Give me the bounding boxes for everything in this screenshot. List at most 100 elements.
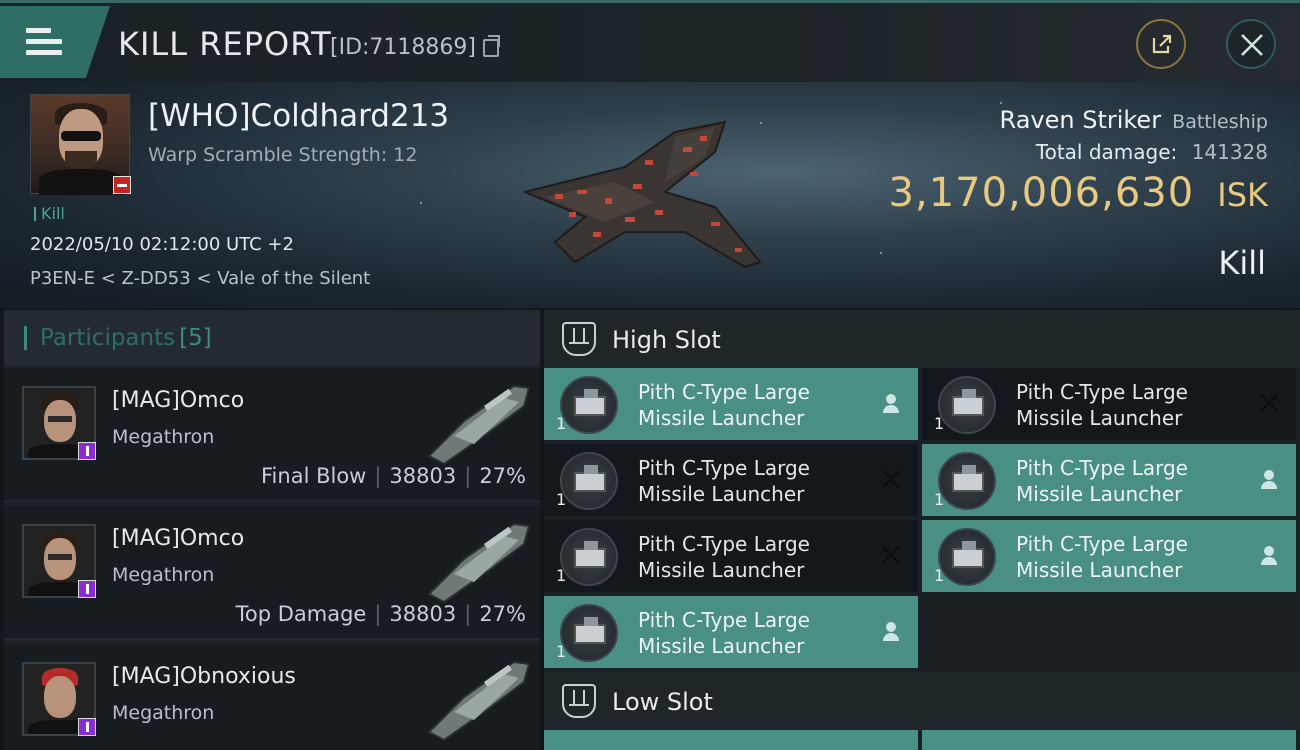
participant-ship-icon bbox=[427, 522, 531, 604]
module-name-line2: Missile Launcher bbox=[638, 558, 805, 582]
module-slot[interactable] bbox=[922, 730, 1296, 750]
module-name-line1: Pith C-Type Large bbox=[1016, 456, 1188, 480]
module-name: Pith C-Type Large Missile Launcher bbox=[638, 531, 868, 583]
participant-stats: Top Damage | 38803 | 27% bbox=[235, 602, 526, 626]
missile-launcher-icon bbox=[560, 376, 618, 434]
module-name: Pith C-Type Large Missile Launcher bbox=[1016, 455, 1246, 507]
participants-title: Participants bbox=[40, 325, 176, 351]
module-name: Pith C-Type Large Missile Launcher bbox=[638, 455, 868, 507]
module-name: Pith C-Type Large Missile Launcher bbox=[638, 607, 868, 659]
victim-ship-name[interactable]: Raven Striker bbox=[1000, 106, 1162, 134]
warp-scramble-strength: Warp Scramble Strength: 12 bbox=[148, 144, 418, 166]
participant-row[interactable]: [MAG]Obnoxious Megathron bbox=[4, 644, 540, 750]
participants-count: [5] bbox=[179, 325, 212, 351]
victim-ship-row: Raven Striker Battleship bbox=[1000, 106, 1268, 134]
participant-ship: Megathron bbox=[112, 426, 215, 448]
missile-launcher-icon bbox=[938, 376, 996, 434]
high-slot-header: High Slot bbox=[544, 310, 1300, 368]
result-label: Kill bbox=[1218, 244, 1266, 282]
participant-ship: Megathron bbox=[112, 702, 215, 724]
person-icon bbox=[880, 620, 902, 642]
participant-row[interactable]: [MAG]Omco Megathron Final Blow | 38803 | 27% bbox=[4, 368, 540, 502]
module-slot[interactable]: 1 Pith C-Type Large Missile Launcher bbox=[922, 520, 1296, 592]
participant-name[interactable]: [MAG]Omco bbox=[112, 526, 244, 551]
module-name-line1: Pith C-Type Large bbox=[638, 456, 810, 480]
module-slot[interactable]: 1 Pith C-Type Large Missile Launcher bbox=[544, 444, 918, 516]
participant-name[interactable]: [MAG]Omco bbox=[112, 388, 244, 413]
module-name-line2: Missile Launcher bbox=[638, 482, 805, 506]
module-slot[interactable]: 1 Pith C-Type Large Missile Launcher bbox=[922, 444, 1296, 516]
module-name: Pith C-Type Large Missile Launcher bbox=[1016, 379, 1246, 431]
destroyed-x-icon bbox=[880, 468, 902, 490]
participant-row[interactable]: [MAG]Omco Megathron Top Damage | 38803 | 27% bbox=[4, 506, 540, 640]
low-slot-icon bbox=[562, 684, 596, 718]
participants-panel: Participants [5] [MAG]Omco Megathron Fina… bbox=[4, 310, 540, 750]
close-icon bbox=[1241, 34, 1263, 56]
module-name-line2: Missile Launcher bbox=[1016, 482, 1183, 506]
missile-launcher-icon bbox=[560, 528, 618, 586]
module-quantity: 1 bbox=[934, 490, 945, 509]
kill-tag: Kill bbox=[34, 204, 65, 223]
module-slot[interactable]: 1 Pith C-Type Large Missile Launcher bbox=[922, 368, 1296, 440]
module-slot[interactable]: 1 Pith C-Type Large Missile Launcher bbox=[544, 368, 918, 440]
isk-unit: ISK bbox=[1217, 176, 1268, 214]
missile-launcher-icon bbox=[938, 452, 996, 510]
high-slot-label: High Slot bbox=[612, 326, 721, 354]
module-name-line1: Pith C-Type Large bbox=[638, 608, 810, 632]
person-icon bbox=[1258, 544, 1280, 566]
share-button[interactable] bbox=[1136, 19, 1186, 69]
total-damage-value: 141328 bbox=[1191, 140, 1268, 164]
missile-launcher-icon bbox=[560, 452, 618, 510]
participant-ship: Megathron bbox=[112, 564, 215, 586]
victim-ship-class: Battleship bbox=[1172, 111, 1268, 133]
module-name-line2: Missile Launcher bbox=[1016, 406, 1183, 430]
person-icon bbox=[880, 392, 902, 414]
module-name-line1: Pith C-Type Large bbox=[638, 532, 810, 556]
corp-badge-icon bbox=[78, 442, 96, 460]
module-name-line2: Missile Launcher bbox=[1016, 558, 1183, 582]
copy-icon[interactable] bbox=[483, 35, 500, 57]
hamburger-icon bbox=[26, 28, 62, 56]
share-icon bbox=[1152, 34, 1172, 54]
victim-banner: [WHO]Coldhard213 Warp Scramble Strength:… bbox=[0, 82, 1300, 308]
kill-location[interactable]: P3EN-E < Z-DD53 < Vale of the Silent bbox=[30, 268, 370, 289]
isk-value: 3,170,006,630 bbox=[888, 170, 1195, 216]
module-name: Pith C-Type Large Missile Launcher bbox=[638, 379, 868, 431]
close-button[interactable] bbox=[1226, 19, 1276, 69]
module-quantity: 1 bbox=[556, 566, 567, 585]
module-quantity: 1 bbox=[934, 414, 945, 433]
module-slot[interactable]: 1 Pith C-Type Large Missile Launcher bbox=[544, 596, 918, 668]
participant-damage: 38803 bbox=[389, 464, 457, 488]
participant-percent: 27% bbox=[479, 602, 526, 626]
isk-value-row: 3,170,006,630 ISK bbox=[889, 170, 1268, 216]
person-icon bbox=[1258, 468, 1280, 490]
participant-ship-icon bbox=[427, 660, 531, 742]
victim-ship-image bbox=[521, 120, 762, 269]
module-name-line2: Missile Launcher bbox=[638, 634, 805, 658]
participant-damage: 38803 bbox=[389, 602, 457, 626]
module-slot[interactable] bbox=[544, 730, 918, 750]
participant-ship-icon bbox=[427, 384, 531, 466]
hostile-standing-icon bbox=[113, 176, 131, 194]
participant-name[interactable]: [MAG]Obnoxious bbox=[112, 664, 296, 689]
missile-launcher-icon bbox=[560, 604, 618, 662]
module-slot[interactable]: 1 Pith C-Type Large Missile Launcher bbox=[544, 520, 918, 592]
destroyed-x-icon bbox=[880, 544, 902, 566]
participant-percent: 27% bbox=[479, 464, 526, 488]
fitting-panel: High Slot 1 Pith C-Type Large Missile Laun… bbox=[544, 310, 1300, 750]
total-damage-label: Total damage: bbox=[1035, 140, 1178, 164]
low-slot-label: Low Slot bbox=[612, 688, 713, 716]
corp-badge-icon bbox=[78, 718, 96, 736]
victim-name[interactable]: [WHO]Coldhard213 bbox=[148, 98, 449, 134]
participant-stat-label: Top Damage bbox=[235, 602, 367, 626]
module-quantity: 1 bbox=[556, 414, 567, 433]
module-name-line1: Pith C-Type Large bbox=[638, 380, 810, 404]
corp-badge-icon bbox=[78, 580, 96, 598]
participant-stat-label: Final Blow bbox=[261, 464, 367, 488]
module-quantity: 1 bbox=[556, 490, 567, 509]
participants-header: Participants [5] bbox=[4, 310, 540, 366]
module-quantity: 1 bbox=[934, 566, 945, 585]
module-name-line1: Pith C-Type Large bbox=[1016, 532, 1188, 556]
module-quantity: 1 bbox=[556, 642, 567, 661]
menu-button[interactable] bbox=[0, 6, 110, 78]
